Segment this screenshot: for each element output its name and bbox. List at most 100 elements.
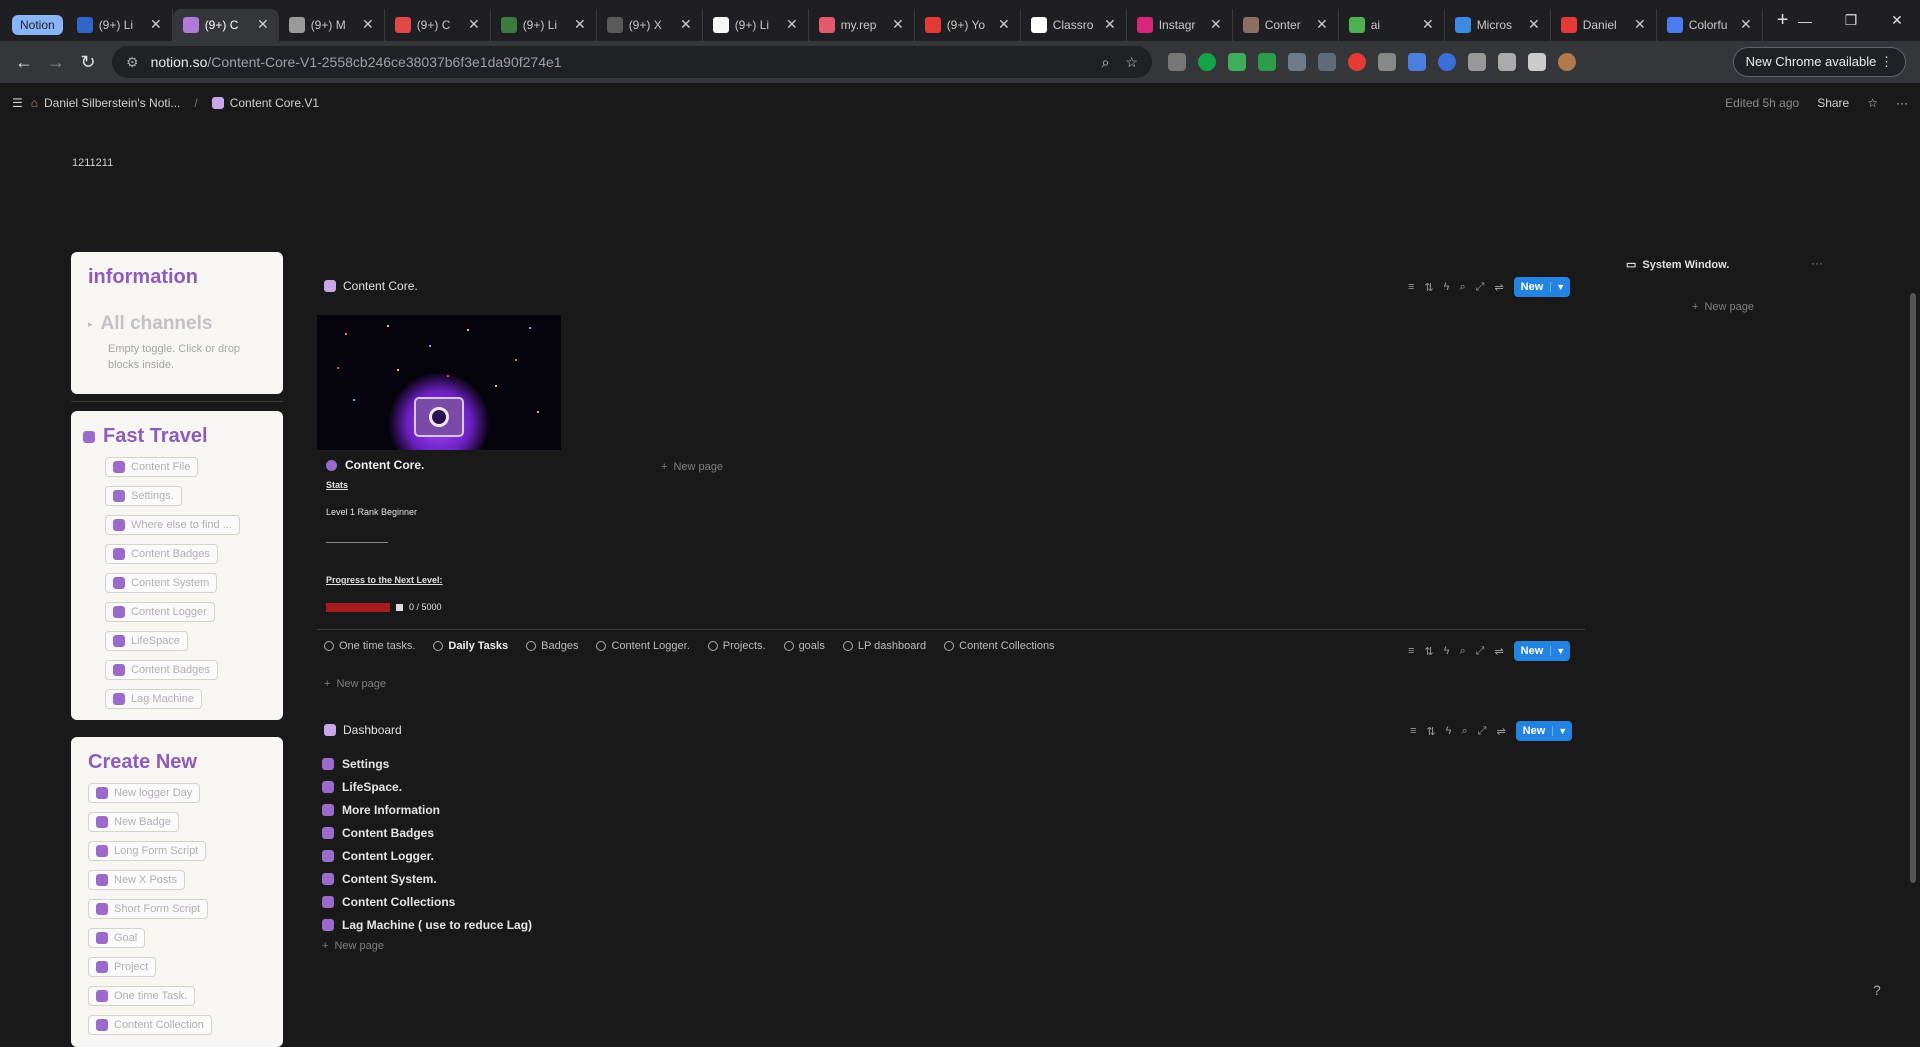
close-icon[interactable]: ✕: [1104, 16, 1116, 33]
automation-icon[interactable]: ϟ: [1444, 645, 1450, 657]
create-new-item[interactable]: Goal: [88, 928, 146, 948]
share-button[interactable]: Share: [1817, 96, 1849, 110]
create-new-item[interactable]: New logger Day: [88, 783, 201, 803]
minimize-icon[interactable]: —: [1782, 0, 1828, 41]
view-tab[interactable]: Content Logger.: [596, 640, 690, 652]
close-icon[interactable]: ✕: [574, 16, 586, 33]
search-icon[interactable]: ⌕: [1461, 725, 1467, 738]
fast-travel-item[interactable]: LifeSpace: [105, 631, 188, 651]
browser-tab[interactable]: Classro ✕: [1021, 8, 1127, 41]
extension-icon[interactable]: [1318, 53, 1336, 71]
close-icon[interactable]: ✕: [998, 16, 1010, 33]
breadcrumb-workspace[interactable]: Daniel Silberstein's Noti...: [44, 96, 180, 110]
create-new-item[interactable]: Project: [88, 957, 157, 977]
avatar[interactable]: [1558, 53, 1576, 71]
dashboard-item[interactable]: Content Logger.: [322, 844, 532, 867]
browser-tab[interactable]: ai ✕: [1339, 8, 1445, 41]
chevron-down-icon[interactable]: ▼: [1550, 646, 1570, 656]
expand-icon[interactable]: ⤢: [1476, 281, 1485, 294]
grammarly-icon[interactable]: [1198, 53, 1216, 71]
all-channels-toggle[interactable]: ▸ All channels: [88, 313, 266, 335]
close-icon[interactable]: ✕: [468, 16, 480, 33]
filter-icon[interactable]: ≡: [1408, 645, 1414, 657]
restore-icon[interactable]: ❐: [1828, 0, 1874, 41]
download-icon[interactable]: [1528, 53, 1546, 71]
content-core-db-title[interactable]: Content Core.: [324, 279, 418, 293]
fast-travel-item[interactable]: Content Badges: [105, 660, 218, 680]
browser-tab[interactable]: (9+) Li ✕: [67, 8, 173, 41]
create-new-item[interactable]: Long Form Script: [88, 841, 207, 861]
dashboard-item[interactable]: Settings: [322, 752, 532, 775]
address-bar[interactable]: ⚙ notion.so/Content-Core-V1-2558cb246ce3…: [112, 46, 1152, 78]
more-menu-icon[interactable]: ···: [1896, 96, 1908, 110]
close-icon[interactable]: ✕: [786, 16, 798, 33]
close-icon[interactable]: ✕: [892, 16, 904, 33]
extension-icon[interactable]: [1348, 53, 1366, 71]
new-page-button[interactable]: + New page: [322, 940, 532, 952]
extension-icon[interactable]: [1378, 53, 1396, 71]
browser-tab[interactable]: my.rep ✕: [809, 8, 915, 41]
fast-travel-item[interactable]: Content System: [105, 573, 218, 593]
settings-icon[interactable]: ⇌: [1496, 725, 1505, 738]
close-window-icon[interactable]: ✕: [1874, 0, 1920, 41]
sidebar-toggle-icon[interactable]: ☰: [12, 96, 23, 110]
zoom-icon[interactable]: ⌕: [1102, 54, 1110, 71]
scrollbar[interactable]: [1906, 123, 1920, 1032]
browser-tab[interactable]: Instagr ✕: [1127, 8, 1233, 41]
fast-travel-item[interactable]: Content Logger: [105, 602, 215, 622]
new-button[interactable]: New ▼: [1513, 641, 1571, 661]
new-page-button[interactable]: + New page: [324, 678, 386, 690]
automation-icon[interactable]: ϟ: [1446, 725, 1452, 737]
browser-tab[interactable]: (9+) X ✕: [597, 8, 703, 41]
browser-tab[interactable]: Colorfu ✕: [1657, 8, 1763, 41]
browser-tab[interactable]: (9+) C ✕: [385, 8, 491, 41]
automation-icon[interactable]: ϟ: [1444, 281, 1450, 293]
more-menu-icon[interactable]: ···: [1811, 256, 1823, 270]
extension-icon[interactable]: [1168, 53, 1186, 71]
view-tab[interactable]: LP dashboard: [842, 640, 926, 652]
create-new-item[interactable]: Content Collection: [88, 1015, 212, 1035]
help-icon[interactable]: ?: [1873, 982, 1881, 998]
close-icon[interactable]: ✕: [1740, 16, 1752, 33]
browser-tab[interactable]: Micros ✕: [1445, 8, 1551, 41]
chevron-down-icon[interactable]: ▼: [1552, 726, 1572, 736]
puzzle-icon[interactable]: [1468, 53, 1486, 71]
close-icon[interactable]: ✕: [1210, 16, 1222, 33]
dashboard-item[interactable]: Content Badges: [322, 821, 532, 844]
close-icon[interactable]: ✕: [1316, 16, 1328, 33]
close-icon[interactable]: ✕: [1528, 16, 1540, 33]
tab-group-chip[interactable]: Notion: [8, 9, 67, 41]
forward-icon[interactable]: →: [40, 46, 72, 78]
view-tab[interactable]: Badges: [526, 640, 578, 652]
new-page-button[interactable]: + New page: [1692, 301, 1754, 313]
dashboard-item[interactable]: Content System.: [322, 867, 532, 890]
close-icon[interactable]: ✕: [1634, 16, 1646, 33]
reload-icon[interactable]: ↻: [72, 46, 104, 78]
search-icon[interactable]: ⌕: [1459, 645, 1465, 658]
new-button[interactable]: New ▼: [1515, 721, 1573, 741]
scrollbar-thumb[interactable]: [1910, 293, 1916, 883]
browser-tab[interactable]: (9+) Yo ✕: [915, 8, 1021, 41]
dashboard-db-title[interactable]: Dashboard: [324, 723, 402, 737]
extension-icon[interactable]: [1408, 53, 1426, 71]
bookmark-star-icon[interactable]: ☆: [1125, 54, 1138, 71]
fast-travel-item[interactable]: Content Badges: [105, 544, 218, 564]
dashboard-item[interactable]: Content Collections: [322, 890, 532, 913]
sort-icon[interactable]: ⇅: [1424, 645, 1433, 658]
view-tab[interactable]: Content Collections: [944, 640, 1055, 652]
new-button[interactable]: New ▼: [1513, 277, 1571, 297]
settings-icon[interactable]: ⇌: [1494, 645, 1503, 658]
view-tab[interactable]: One time tasks.: [324, 640, 415, 652]
dashboard-item[interactable]: More Information: [322, 798, 532, 821]
browser-tab[interactable]: Daniel ✕: [1551, 8, 1657, 41]
new-chrome-available-button[interactable]: New Chrome available ⋮: [1732, 47, 1906, 77]
filter-icon[interactable]: ≡: [1408, 281, 1414, 293]
create-new-item[interactable]: One time Task.: [88, 986, 196, 1006]
fast-travel-item[interactable]: Lag Machine: [105, 689, 202, 709]
filter-icon[interactable]: ≡: [1410, 725, 1416, 737]
new-page-button[interactable]: + New page: [661, 461, 723, 473]
system-window-title[interactable]: ▭ System Window.: [1626, 258, 1729, 272]
close-icon[interactable]: ✕: [150, 16, 162, 33]
view-tab[interactable]: goals: [783, 640, 825, 652]
sort-icon[interactable]: ⇅: [1424, 281, 1433, 294]
